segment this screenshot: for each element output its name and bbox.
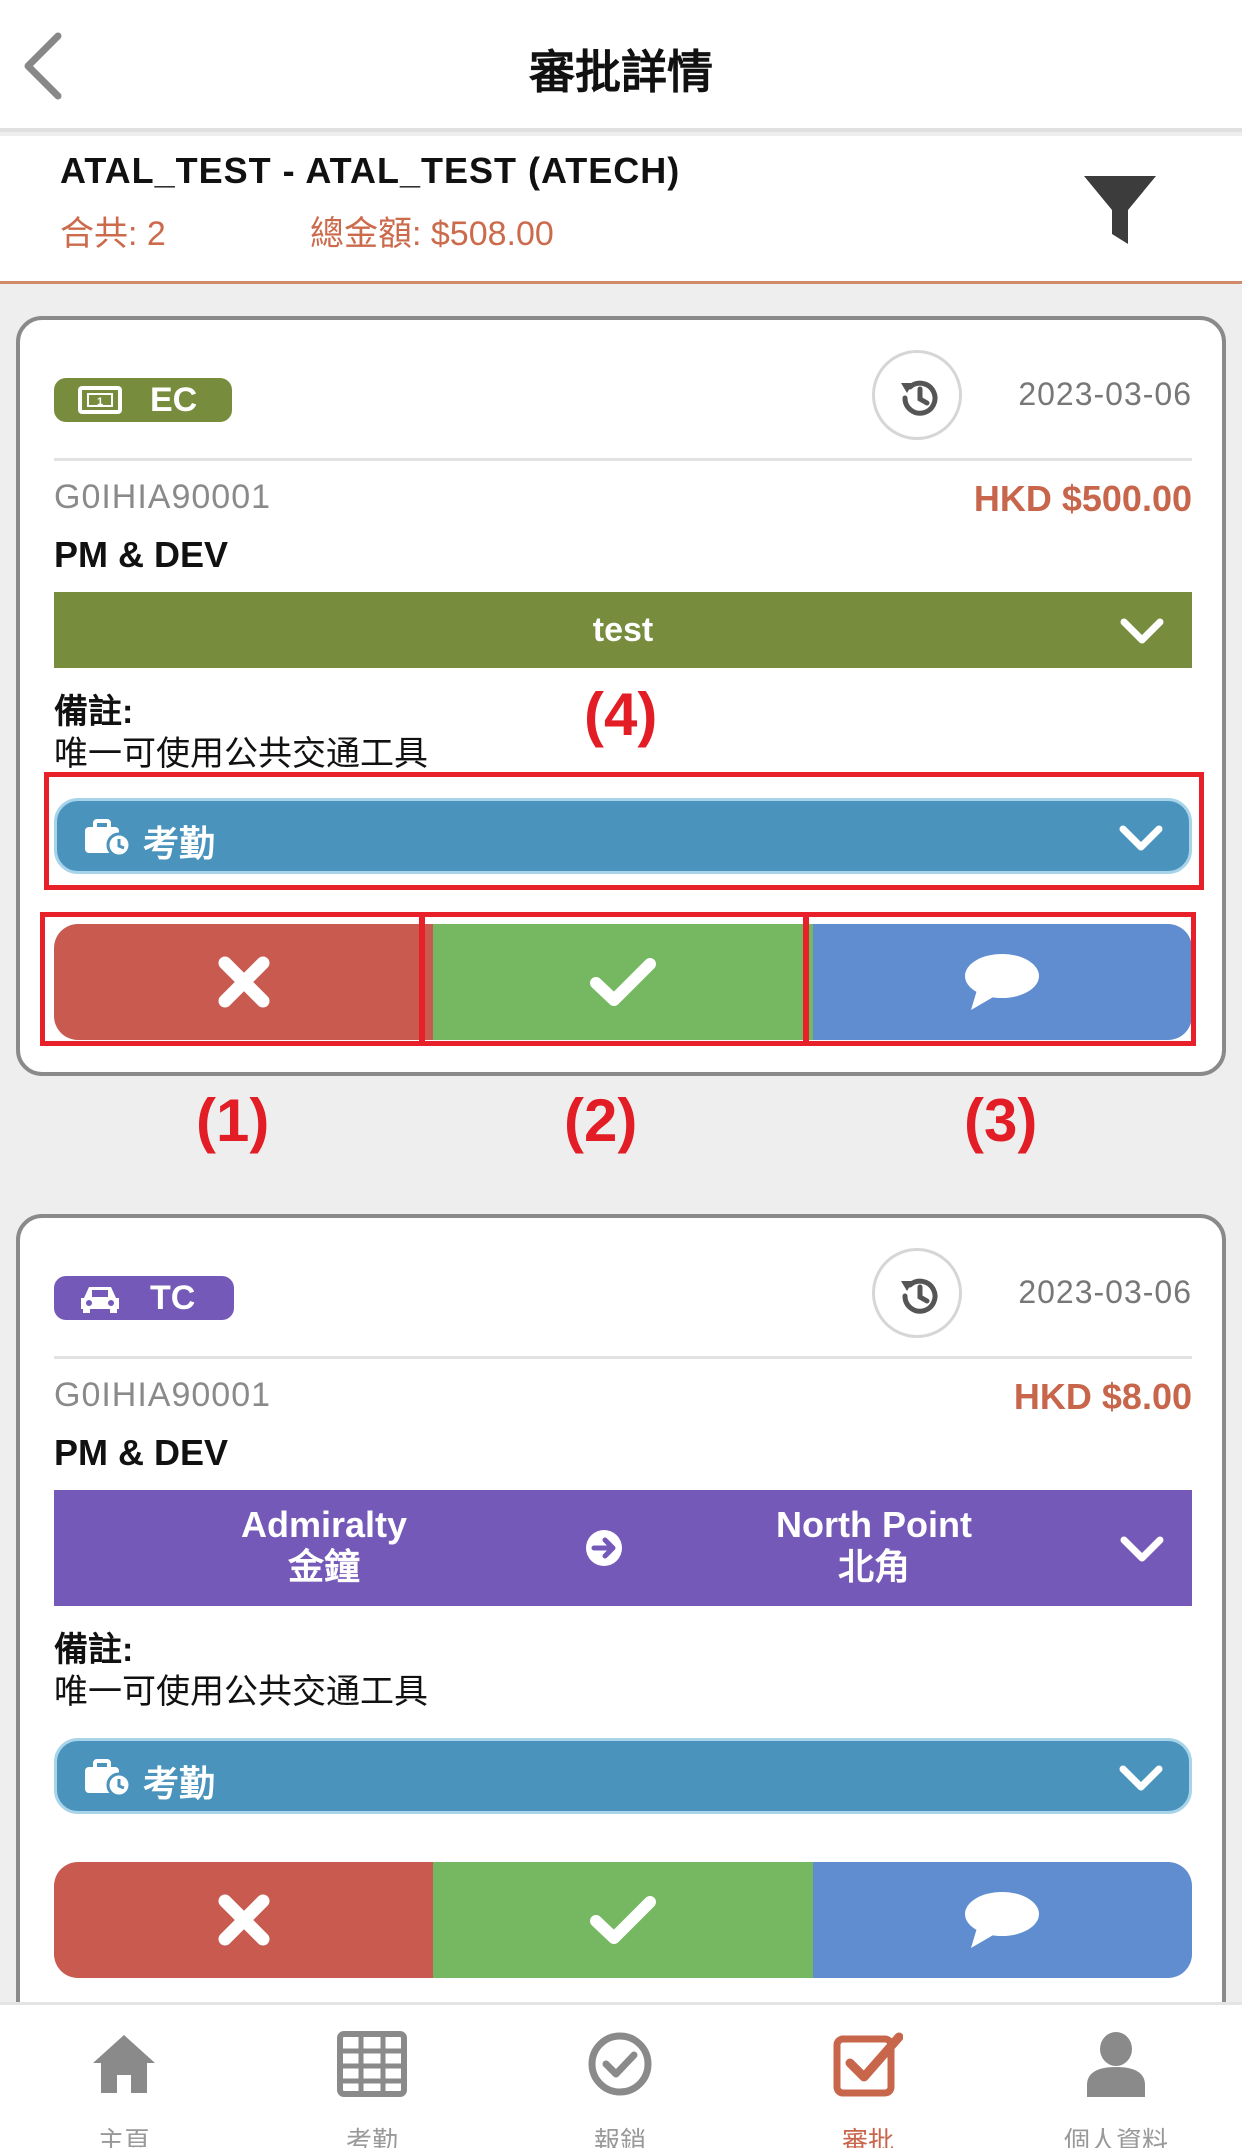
reference-number: G0IHIA90001 <box>54 1376 272 1414</box>
tab-label: 個人資料 <box>1063 2126 1168 2148</box>
destination-name-en: North Point <box>776 1504 972 1545</box>
chevron-down-icon <box>1119 1765 1163 1791</box>
arrow-right-circle-icon <box>586 1530 622 1566</box>
tab-bar: 主頁 考勤 報銷 審批 個人資料 <box>0 2002 1242 2148</box>
remark-text: 唯一可使用公共交通工具 <box>54 735 428 773</box>
claim-type-label: TC <box>150 1279 196 1317</box>
action-buttons <box>54 1862 1192 1978</box>
remark-text: 唯一可使用公共交通工具 <box>54 1673 428 1711</box>
page-title: 審批詳情 <box>529 46 713 98</box>
claim-type-badge: TC <box>54 1276 234 1320</box>
history-button[interactable] <box>872 1248 962 1338</box>
tab-label: 審批 <box>841 2126 894 2148</box>
history-button[interactable] <box>872 350 962 440</box>
calendar-grid-icon <box>337 2031 407 2097</box>
approval-card: TC 2023-03-06 G0IHIA90001 HKD $8.00 PM &… <box>16 1214 1226 2034</box>
total-amount: 總金額: $508.00 <box>310 215 554 253</box>
chevron-down-icon <box>1120 618 1164 644</box>
claim-amount: HKD $500.00 <box>973 478 1192 519</box>
tab-label: 報銷 <box>593 2126 646 2148</box>
filter-icon <box>1084 176 1156 244</box>
department: PM & DEV <box>54 534 229 575</box>
annotation-label-2: (2) <box>564 1087 638 1154</box>
speech-bubble-icon <box>965 1892 1040 1948</box>
route-origin: Admiralty 金鐘 <box>144 1504 504 1588</box>
history-icon <box>901 380 938 416</box>
claim-amount: HKD $8.00 <box>1013 1376 1192 1417</box>
history-icon <box>901 1278 938 1314</box>
filter-button[interactable] <box>1082 172 1158 248</box>
card-divider <box>54 1356 1192 1359</box>
tab-label: 主頁 <box>97 2126 150 2148</box>
banknote-icon: 1 <box>78 386 122 414</box>
check-icon <box>589 1896 656 1944</box>
destination-name-zh: 北角 <box>837 1546 910 1587</box>
description-text: test <box>592 611 654 649</box>
highlight-category <box>44 772 1204 890</box>
claim-type-badge: 1 EC <box>54 378 232 422</box>
approve-check-icon <box>833 2032 903 2097</box>
category-dropdown[interactable]: 考勤 <box>54 1738 1192 1814</box>
total-count: 合共: 2 <box>60 215 166 253</box>
department: PM & DEV <box>54 1432 229 1473</box>
claim-date: 2023-03-06 <box>1018 1274 1192 1310</box>
tab-profile[interactable]: 個人資料 <box>992 2005 1240 2148</box>
route-destination: North Point 北角 <box>694 1504 1054 1588</box>
tab-home[interactable]: 主頁 <box>0 2005 248 2148</box>
highlight-approve <box>420 912 808 1046</box>
account-name: ATAL_TEST - ATAL_TEST (ATECH) <box>60 150 681 191</box>
origin-name-zh: 金鐘 <box>287 1546 360 1587</box>
highlight-comment <box>804 912 1196 1046</box>
approve-button[interactable] <box>433 1862 813 1978</box>
annotation-label-3: (3) <box>964 1087 1038 1154</box>
card-divider <box>54 458 1192 461</box>
route-expander[interactable]: Admiralty 金鐘 North Point 北角 <box>54 1490 1192 1606</box>
chevron-down-icon <box>1120 1536 1164 1562</box>
check-circle-icon <box>588 2032 652 2096</box>
tab-approval[interactable]: 審批 <box>744 2005 992 2148</box>
approval-summary: ATAL_TEST - ATAL_TEST (ATECH) 合共: 2 總金額:… <box>0 136 1242 284</box>
close-icon <box>218 1894 270 1946</box>
tab-attendance[interactable]: 考勤 <box>248 2005 496 2148</box>
description-expander[interactable]: test <box>54 592 1192 668</box>
claim-date: 2023-03-06 <box>1018 376 1192 412</box>
annotation-label-1: (1) <box>196 1087 270 1154</box>
category-label: 考勤 <box>143 1763 216 1804</box>
person-icon <box>1087 2032 1145 2097</box>
tab-claims[interactable]: 報銷 <box>496 2005 744 2148</box>
navbar: 審批詳情 <box>0 0 1242 132</box>
home-icon <box>93 2035 155 2093</box>
highlight-reject <box>40 912 424 1046</box>
comment-button[interactable] <box>812 1862 1192 1978</box>
svg-text:1: 1 <box>97 396 103 408</box>
tab-label: 考勤 <box>345 2126 398 2148</box>
reject-button[interactable] <box>54 1862 434 1978</box>
origin-name-en: Admiralty <box>240 1504 408 1545</box>
briefcase-clock-icon <box>85 1759 131 1797</box>
annotation-label-4: (4) <box>584 681 658 748</box>
reference-number: G0IHIA90001 <box>54 478 272 516</box>
claim-type-label: EC <box>150 381 198 419</box>
car-icon <box>81 1287 119 1313</box>
